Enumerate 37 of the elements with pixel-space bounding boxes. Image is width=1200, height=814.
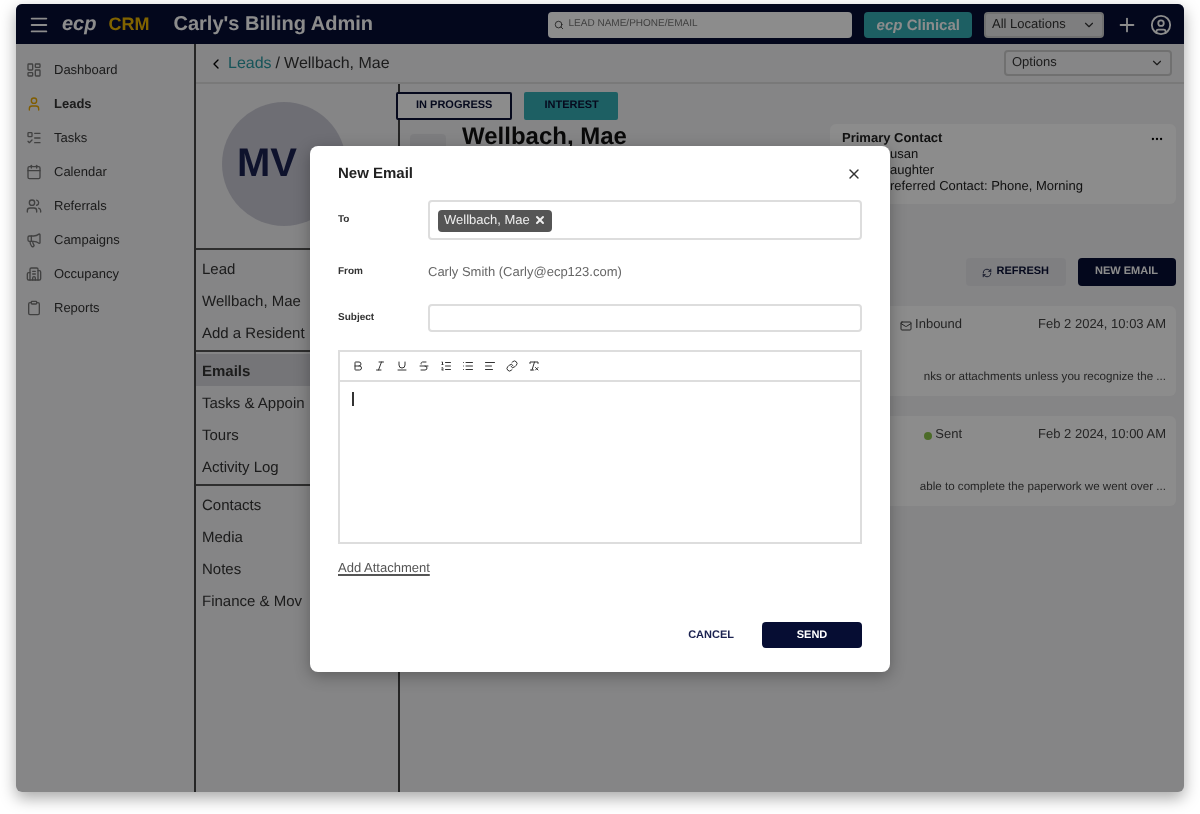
breadcrumb-current: Wellbach, Mae [284, 54, 390, 72]
menu-icon[interactable] [28, 13, 50, 35]
account-icon[interactable] [1150, 13, 1172, 35]
more-icon[interactable] [1150, 132, 1164, 146]
numbered-list-icon[interactable] [440, 360, 452, 372]
bullet-list-icon[interactable] [462, 360, 474, 372]
subject-field[interactable] [428, 304, 862, 332]
underline-icon[interactable] [396, 360, 408, 372]
logo: ecp [62, 13, 97, 35]
chevron-down-icon [1082, 17, 1096, 31]
breadcrumb-separator: / [275, 54, 281, 72]
product-name: CRM [108, 14, 150, 34]
refresh-icon [982, 267, 993, 277]
sent-dot [923, 431, 932, 439]
align-left-icon[interactable] [484, 360, 496, 372]
lead-name: Wellbach, Mae [462, 124, 627, 154]
list-icon [26, 130, 42, 146]
bold-icon[interactable] [352, 360, 364, 372]
remove-icon[interactable] [533, 214, 546, 226]
chevron-down-icon [1150, 56, 1164, 70]
link-icon[interactable] [506, 360, 518, 372]
search-icon [554, 19, 565, 29]
clipboard-icon [26, 300, 42, 316]
megaphone-icon [26, 232, 42, 248]
back-icon[interactable] [208, 55, 224, 71]
close-button[interactable] [846, 165, 862, 181]
envelope-icon [899, 319, 912, 331]
italic-icon[interactable] [374, 360, 386, 372]
people-icon [26, 198, 42, 214]
dashboard-icon [26, 62, 42, 78]
clear-format-icon[interactable] [528, 360, 540, 372]
strikethrough-icon[interactable] [418, 360, 430, 372]
calendar-icon [26, 164, 42, 180]
building-icon [26, 266, 42, 282]
add-icon[interactable] [1116, 13, 1138, 35]
person-icon [26, 96, 42, 112]
app-title: Carly's Billing Admin [173, 13, 374, 35]
